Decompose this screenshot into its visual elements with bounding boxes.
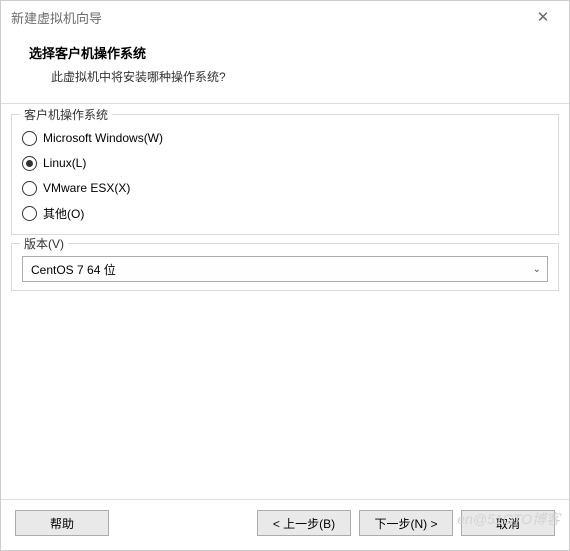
wizard-window: 新建虚拟机向导 ✕ 选择客户机操作系统 此虚拟机中将安装哪种操作系统? 客户机操… xyxy=(0,0,570,551)
content-area: 客户机操作系统 Microsoft Windows(W) Linux(L) VM… xyxy=(1,104,569,499)
radio-label: Microsoft Windows(W) xyxy=(43,131,163,145)
version-fieldset: 版本(V) CentOS 7 64 位 ⌄ xyxy=(11,243,559,291)
footer: 帮助 < 上一步(B) 下一步(N) > 取消 xyxy=(1,499,569,550)
radio-dot-icon xyxy=(26,160,33,167)
back-label: < 上一步(B) xyxy=(273,515,335,532)
radio-icon xyxy=(22,206,37,221)
next-label: 下一步(N) > xyxy=(374,515,437,532)
radio-linux[interactable]: Linux(L) xyxy=(22,151,548,175)
cancel-label: 取消 xyxy=(496,515,520,532)
page-title: 选择客户机操作系统 xyxy=(29,43,547,62)
os-fieldset: 客户机操作系统 Microsoft Windows(W) Linux(L) VM… xyxy=(11,114,559,235)
window-title: 新建虚拟机向导 xyxy=(11,8,102,27)
close-icon[interactable]: ✕ xyxy=(523,8,563,26)
os-legend: 客户机操作系统 xyxy=(20,106,112,123)
radio-icon xyxy=(22,156,37,171)
radio-vmware-esx[interactable]: VMware ESX(X) xyxy=(22,176,548,200)
cancel-button[interactable]: 取消 xyxy=(461,510,555,536)
wizard-header: 选择客户机操作系统 此虚拟机中将安装哪种操作系统? xyxy=(1,33,569,103)
radio-label: VMware ESX(X) xyxy=(43,181,130,195)
radio-label: Linux(L) xyxy=(43,156,86,170)
chevron-down-icon: ⌄ xyxy=(533,264,541,275)
radio-other[interactable]: 其他(O) xyxy=(22,201,548,225)
radio-icon xyxy=(22,131,37,146)
version-selected-text: CentOS 7 64 位 xyxy=(31,261,116,278)
back-button[interactable]: < 上一步(B) xyxy=(257,510,351,536)
version-legend: 版本(V) xyxy=(20,235,68,252)
version-select[interactable]: CentOS 7 64 位 ⌄ xyxy=(22,256,548,282)
radio-windows[interactable]: Microsoft Windows(W) xyxy=(22,126,548,150)
radio-icon xyxy=(22,181,37,196)
titlebar: 新建虚拟机向导 ✕ xyxy=(1,1,569,33)
next-button[interactable]: 下一步(N) > xyxy=(359,510,453,536)
help-button[interactable]: 帮助 xyxy=(15,510,109,536)
help-label: 帮助 xyxy=(50,515,74,532)
page-subtitle: 此虚拟机中将安装哪种操作系统? xyxy=(29,68,547,85)
radio-label: 其他(O) xyxy=(43,205,84,222)
